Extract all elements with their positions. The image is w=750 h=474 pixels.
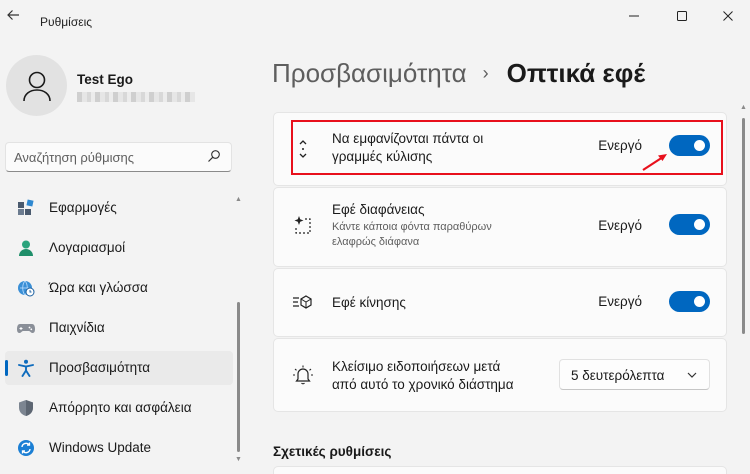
breadcrumb-separator: › <box>482 63 489 83</box>
settings-search[interactable] <box>5 142 232 172</box>
sidebar-item-label: Προσβασιμότητα <box>49 360 151 375</box>
setting-card-animation: Εφέ κίνησης Ενεργό <box>273 268 727 337</box>
sidebar-item-time-language[interactable]: Ώρα και γλώσσα <box>5 271 233 305</box>
gaming-icon <box>17 324 35 333</box>
related-settings-card[interactable] <box>273 466 727 474</box>
sidebar-item-label: Ώρα και γλώσσα <box>49 280 148 295</box>
back-button[interactable] <box>4 8 22 26</box>
close-icon <box>723 11 733 21</box>
sidebar-item-label: Απόρρητο και ασφάλεια <box>49 400 192 415</box>
setting-description-line2: ελαφρώς διάφανα <box>332 236 420 248</box>
toggle-knob <box>694 219 705 230</box>
sidebar-scrollbar[interactable]: ▲ ▼ <box>235 196 242 464</box>
maximize-button[interactable] <box>670 6 694 26</box>
minimize-button[interactable] <box>622 6 646 26</box>
setting-title: Εφέ κίνησης <box>332 295 406 310</box>
transparency-sparkle-icon <box>294 216 311 234</box>
dropdown-selected-value: 5 δευτερόλεπτα <box>571 368 665 383</box>
toggle-knob <box>694 296 705 307</box>
app-title: Ρυθμίσεις <box>40 15 93 29</box>
user-email-blurred <box>77 92 195 102</box>
scroll-down-arrow-icon[interactable]: ▼ <box>235 456 242 464</box>
maximize-icon <box>677 11 687 21</box>
sidebar-item-accessibility[interactable]: Προσβασιμότητα <box>5 351 233 385</box>
back-arrow-icon <box>7 10 19 20</box>
main-scroll-thumb[interactable] <box>742 118 745 334</box>
sidebar-item-label: Windows Update <box>49 440 152 455</box>
active-indicator <box>5 360 8 376</box>
breadcrumb-parent[interactable]: Προσβασιμότητα <box>272 58 467 89</box>
animation-effects-icon <box>293 295 312 309</box>
search-input[interactable] <box>14 150 194 165</box>
toggle-state-label: Ενεργό <box>598 218 642 233</box>
chevron-down-icon <box>687 372 697 378</box>
time-language-icon <box>18 280 35 297</box>
apps-icon <box>18 199 34 215</box>
user-avatar[interactable] <box>6 55 67 116</box>
sidebar-item-gaming[interactable]: Παιχνίδια <box>5 311 233 345</box>
main-scrollbar[interactable]: ▲ <box>740 104 747 468</box>
related-settings-heading: Σχετικές ρυθμίσεις <box>273 444 392 459</box>
person-icon <box>22 71 51 101</box>
setting-card-notifications: Κλείσιμο ειδοποιήσεων μετά από αυτό το χ… <box>273 338 727 412</box>
notification-duration-dropdown[interactable]: 5 δευτερόλεπτα <box>559 359 710 390</box>
notification-bell-icon <box>293 365 313 385</box>
user-name: Test Ego <box>77 72 134 87</box>
title-bar: Ρυθμίσεις <box>0 0 750 32</box>
scroll-up-arrow-icon[interactable]: ▲ <box>740 104 747 112</box>
breadcrumb: Προσβασιμότητα › Οπτικά εφέ <box>272 58 645 89</box>
minimize-icon <box>629 15 639 17</box>
setting-card-transparency: Εφέ διαφάνειας Κάντε κάποια φόντα παραθύ… <box>273 187 727 267</box>
setting-title-line1: Κλείσιμο ειδοποιήσεων μετά <box>332 359 501 374</box>
scroll-up-arrow-icon[interactable]: ▲ <box>235 196 242 204</box>
sidebar-item-privacy-security[interactable]: Απόρρητο και ασφάλεια <box>5 391 233 425</box>
toggle-state-label: Ενεργό <box>598 294 642 309</box>
red-annotation-arrow-icon <box>642 154 667 171</box>
animation-toggle[interactable] <box>669 291 710 312</box>
setting-title-line2: από αυτό το χρονικό διάστημα <box>332 377 514 392</box>
sidebar-item-label: Εφαρμογές <box>49 200 117 215</box>
sidebar-item-label: Παιχνίδια <box>49 320 105 335</box>
page-title: Οπτικά εφέ <box>506 58 646 88</box>
windows-update-icon <box>18 440 34 456</box>
sidebar-item-accounts[interactable]: Λογαριασμοί <box>5 231 233 265</box>
setting-description-line1: Κάντε κάποια φόντα παραθύρων <box>332 221 492 233</box>
accessibility-icon <box>18 359 34 377</box>
privacy-shield-icon <box>19 400 33 416</box>
sidebar-item-windows-update[interactable]: Windows Update <box>5 431 233 465</box>
sidebar-item-label: Λογαριασμοί <box>49 240 126 255</box>
search-icon[interactable] <box>207 149 221 163</box>
transparency-toggle[interactable] <box>669 214 710 235</box>
setting-title: Εφέ διαφάνειας <box>332 202 425 217</box>
sidebar-item-apps[interactable]: Εφαρμογές <box>5 191 233 225</box>
accounts-icon <box>19 240 33 256</box>
close-button[interactable] <box>716 6 740 26</box>
sidebar-scroll-thumb[interactable] <box>237 302 240 452</box>
